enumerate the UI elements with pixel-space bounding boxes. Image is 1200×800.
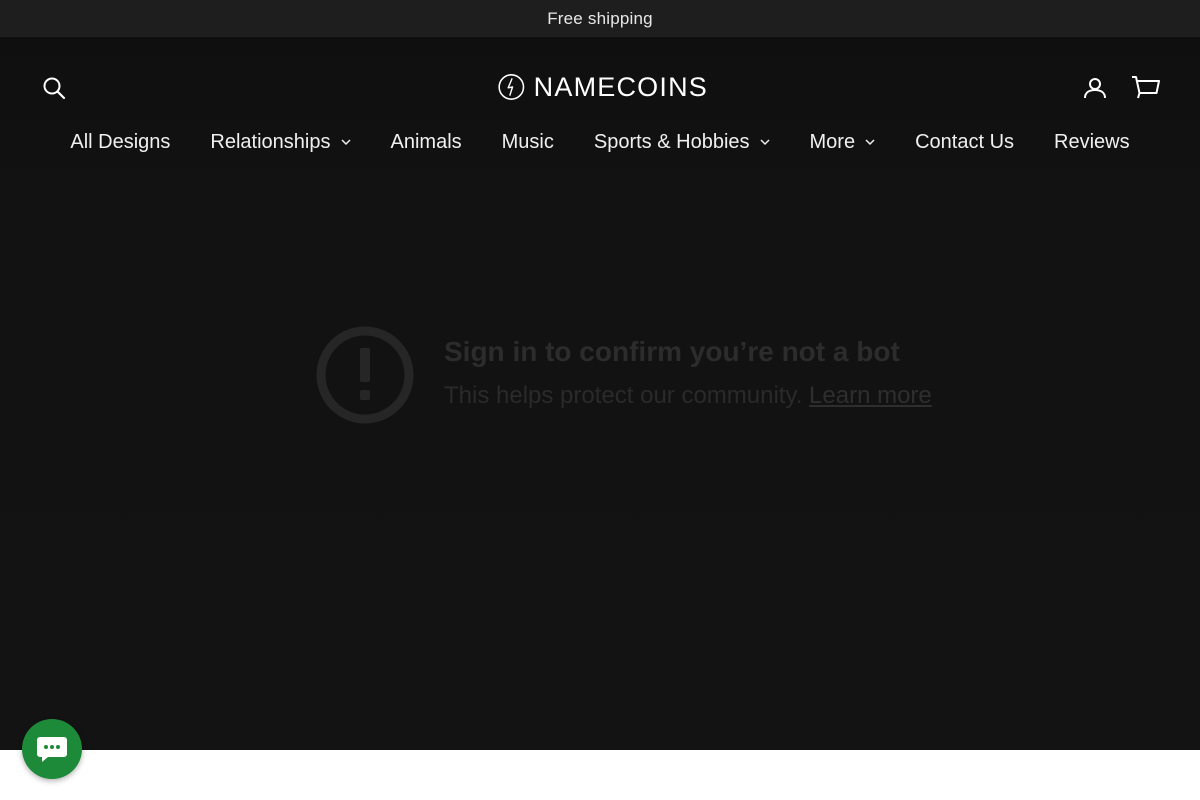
- chat-button[interactable]: [22, 719, 82, 779]
- account-icon: [1084, 78, 1106, 99]
- page-content-below: [0, 750, 1200, 800]
- video-error-title: Sign in to confirm you’re not a bot: [444, 336, 900, 367]
- logo-mark-icon: [498, 74, 525, 100]
- nav-item-music[interactable]: Music: [482, 131, 574, 154]
- nav-item-label: Music: [501, 130, 554, 153]
- announcement-bar: Free shipping: [0, 0, 1200, 37]
- search-icon: [43, 77, 66, 100]
- nav-item-relationships[interactable]: Relationships: [190, 131, 370, 154]
- logo-text: NAMECOINS: [533, 71, 708, 102]
- nav-item-animals[interactable]: Animals: [371, 131, 482, 154]
- nav-item-label: Contact Us: [915, 130, 1015, 153]
- logo[interactable]: NAMECOINS: [498, 68, 708, 106]
- nav-item-label: Sports & Hobbies: [593, 130, 750, 153]
- cart-icon: [1132, 76, 1160, 99]
- nav-item-label: Relationships: [210, 130, 331, 153]
- announcement-text: Free shipping: [547, 8, 653, 28]
- account-button[interactable]: [1079, 71, 1111, 105]
- nav-item-label: More: [809, 130, 856, 153]
- nav-item-more[interactable]: More: [790, 131, 896, 154]
- nav-item-contact-us[interactable]: Contact Us: [895, 131, 1034, 154]
- chevron-down-icon: [340, 139, 351, 146]
- chevron-down-icon: [759, 139, 770, 146]
- cart-button[interactable]: [1128, 70, 1164, 106]
- chat-bubble-icon: [37, 737, 67, 762]
- exclamation-circle-icon: [316, 326, 414, 424]
- video-error-message: Sign in to confirm you’re not a bot This…: [316, 326, 932, 426]
- nav-item-reviews[interactable]: Reviews: [1034, 131, 1150, 154]
- nav-item-label: All Designs: [70, 130, 171, 153]
- nav-item-label: Animals: [390, 130, 462, 153]
- video-error-subtitle: This helps protect our community. Learn …: [444, 382, 932, 410]
- chevron-down-icon: [865, 139, 875, 146]
- nav-item-all-designs[interactable]: All Designs: [50, 131, 190, 154]
- learn-more-link[interactable]: Learn more: [809, 382, 932, 409]
- main-nav: All Designs Relationships Animals Music …: [0, 122, 1200, 162]
- search-button[interactable]: [38, 71, 70, 105]
- nav-item-label: Reviews: [1054, 130, 1130, 153]
- video-error-subtitle-text: This helps protect our community.: [444, 382, 803, 409]
- nav-item-sports-hobbies[interactable]: Sports & Hobbies: [574, 131, 790, 154]
